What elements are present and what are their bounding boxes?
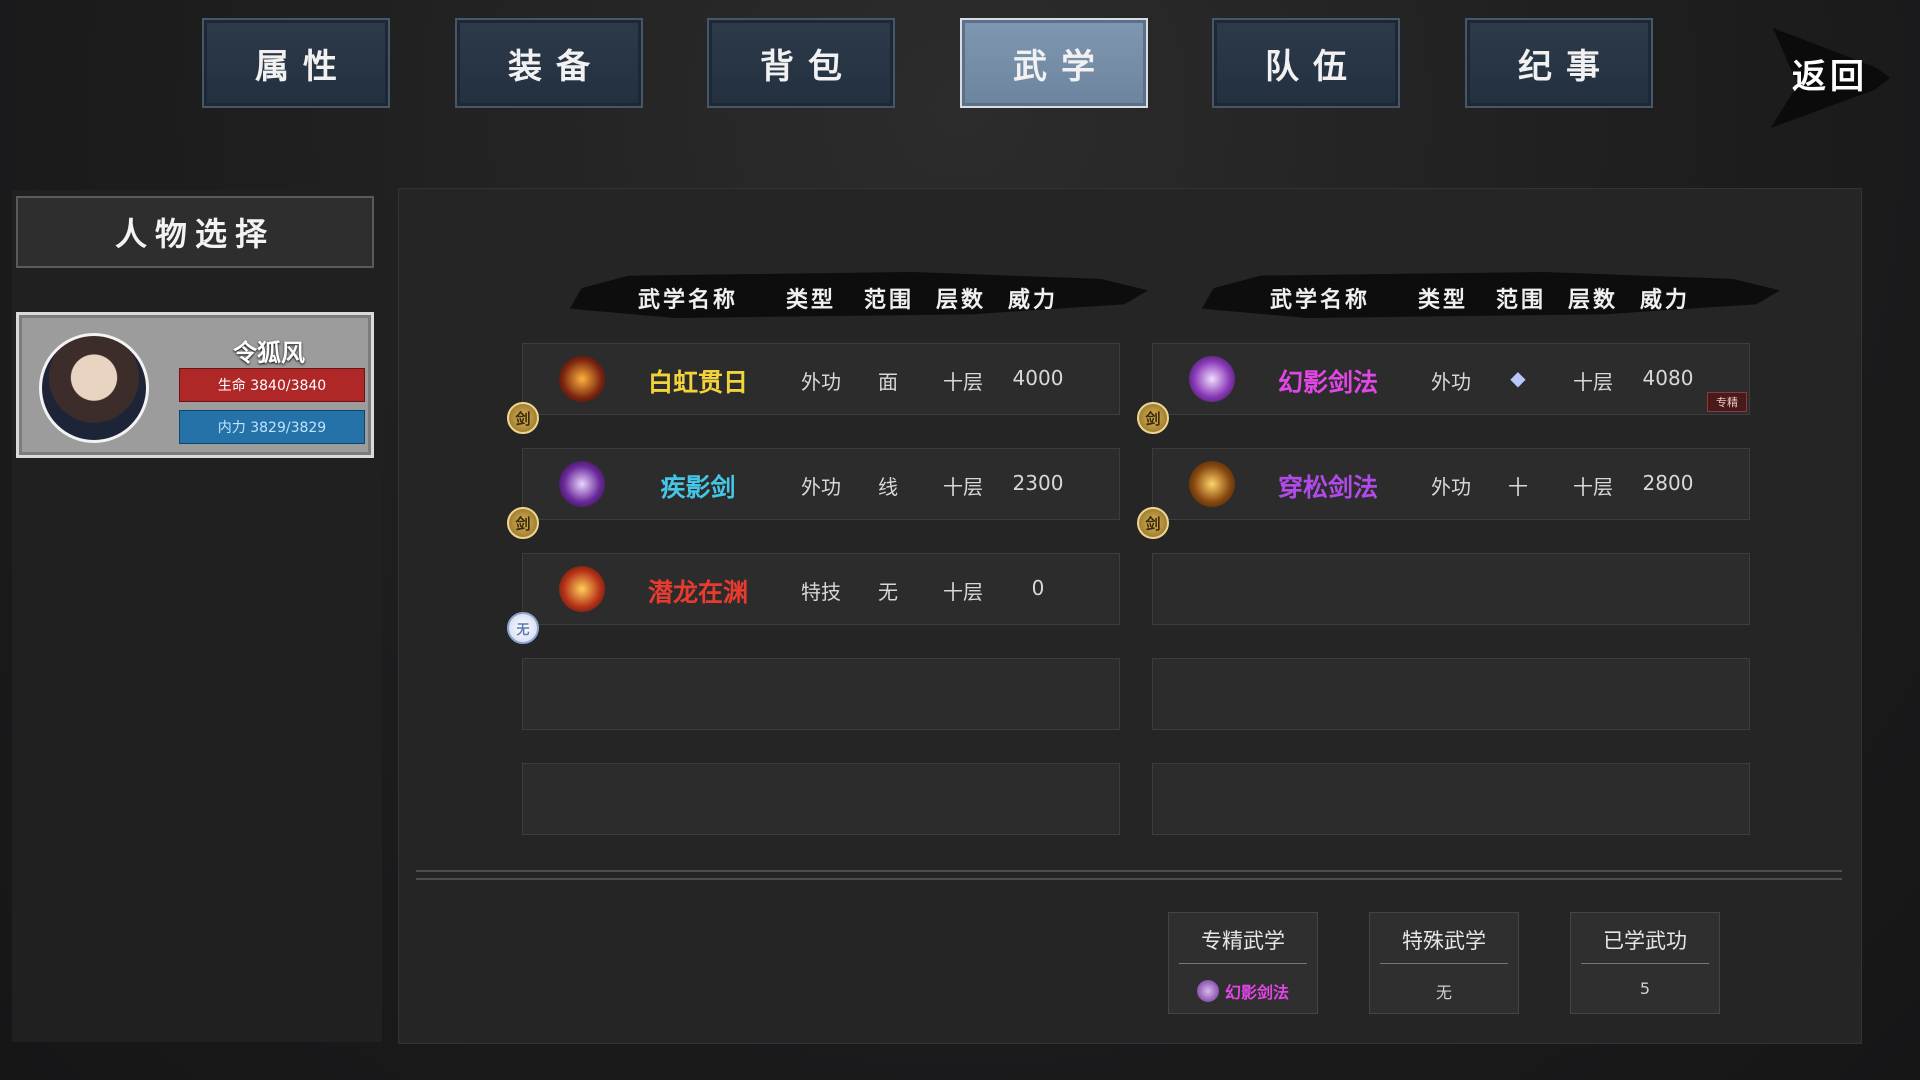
header-level: 层数 bbox=[1568, 287, 1619, 313]
skill-row-jiying[interactable]: 疾影剑 外功 线 十层 2300 bbox=[522, 448, 1120, 520]
specialty-tag: 专精 bbox=[1707, 392, 1747, 412]
sword-badge-icon: 剑 bbox=[1137, 507, 1169, 539]
header-type: 类型 bbox=[1418, 287, 1469, 313]
skill-type: 特技 bbox=[801, 580, 841, 604]
skill-type: 外功 bbox=[1431, 370, 1471, 394]
dragon-fire-icon bbox=[559, 566, 605, 612]
skill-row-qianlong[interactable]: 潜龙在渊 特技 无 十层 0 bbox=[522, 553, 1120, 625]
back-button[interactable]: 返回 bbox=[1760, 18, 1900, 128]
stat-specialty[interactable]: 专精武学 幻影剑法 bbox=[1168, 912, 1318, 1014]
stat-value: 幻影剑法 bbox=[1169, 979, 1317, 1003]
stat-value: 无 bbox=[1435, 983, 1452, 1002]
skill-row-empty[interactable] bbox=[1152, 763, 1750, 835]
skill-power: 0 bbox=[1031, 576, 1045, 600]
stat-title: 已学武功 bbox=[1603, 929, 1687, 953]
skill-power: 4000 bbox=[1012, 366, 1064, 390]
phantom-sword-icon bbox=[1196, 980, 1219, 1002]
skill-level: 十层 bbox=[1573, 475, 1613, 499]
skill-power: 4080 bbox=[1642, 366, 1694, 390]
skill-type: 外功 bbox=[801, 475, 841, 499]
stat-special[interactable]: 特殊武学 无 bbox=[1369, 912, 1519, 1014]
skill-power: 2800 bbox=[1642, 471, 1694, 495]
table-header-left: 武学名称 类型 范围 层数 威力 bbox=[558, 272, 1148, 318]
phantom-sword-icon bbox=[1189, 356, 1235, 402]
stat-value: 5 bbox=[1639, 979, 1651, 998]
header-type: 类型 bbox=[786, 287, 837, 313]
tab-equipment[interactable]: 装备 bbox=[455, 18, 643, 108]
character-name: 令狐风 bbox=[233, 338, 305, 367]
skill-name: 潜龙在渊 bbox=[647, 578, 748, 607]
skill-range: 线 bbox=[878, 475, 898, 499]
shadow-sword-icon bbox=[559, 461, 605, 507]
header-power: 威力 bbox=[1008, 287, 1059, 313]
tab-attributes[interactable]: 属性 bbox=[202, 18, 390, 108]
stat-title: 专精武学 bbox=[1201, 929, 1285, 953]
skill-type: 外功 bbox=[801, 370, 841, 394]
skill-power: 2300 bbox=[1012, 471, 1064, 495]
skill-name: 幻影剑法 bbox=[1277, 368, 1378, 397]
skill-level: 十层 bbox=[943, 580, 983, 604]
skill-name: 穿松剑法 bbox=[1277, 473, 1378, 502]
none-badge-icon: 无 bbox=[507, 612, 539, 644]
skill-name: 白虹贯日 bbox=[647, 368, 748, 397]
stat-divider bbox=[1380, 963, 1508, 964]
skill-range: ◆ bbox=[1510, 366, 1526, 390]
header-name: 武学名称 bbox=[1270, 287, 1371, 313]
skill-row-empty[interactable] bbox=[522, 658, 1120, 730]
skill-range: 无 bbox=[878, 580, 898, 604]
character-select-title: 人物选择 bbox=[16, 196, 374, 268]
skill-type: 外功 bbox=[1431, 475, 1471, 499]
skill-range: 面 bbox=[878, 370, 898, 394]
avatar bbox=[39, 333, 149, 443]
stat-divider bbox=[1581, 963, 1709, 964]
header-level: 层数 bbox=[936, 287, 987, 313]
skill-row-chuansong[interactable]: 穿松剑法 外功 十 十层 2800 bbox=[1152, 448, 1750, 520]
tab-team[interactable]: 队伍 bbox=[1212, 18, 1400, 108]
skill-range: 十 bbox=[1508, 475, 1528, 499]
skill-name: 疾影剑 bbox=[660, 473, 736, 502]
specialty-skill-name: 幻影剑法 bbox=[1224, 983, 1289, 1002]
sword-badge-icon: 剑 bbox=[1137, 402, 1169, 434]
flame-sword-icon bbox=[559, 356, 605, 402]
hp-bar: 生命 3840/3840 bbox=[179, 368, 365, 402]
skill-row-empty[interactable] bbox=[522, 763, 1120, 835]
skill-level: 十层 bbox=[943, 475, 983, 499]
skill-level: 十层 bbox=[1573, 370, 1613, 394]
stat-divider bbox=[1179, 963, 1307, 964]
tab-chronicle[interactable]: 纪事 bbox=[1465, 18, 1653, 108]
skill-level: 十层 bbox=[943, 370, 983, 394]
table-header-right: 武学名称 类型 范围 层数 威力 bbox=[1190, 272, 1780, 318]
tab-martial-arts[interactable]: 武学 bbox=[960, 18, 1148, 108]
header-power: 威力 bbox=[1640, 287, 1691, 313]
sword-badge-icon: 剑 bbox=[507, 507, 539, 539]
pine-sword-icon bbox=[1189, 461, 1235, 507]
skill-row-baihong[interactable]: 白虹贯日 外功 面 十层 4000 bbox=[522, 343, 1120, 415]
skill-row-huanying[interactable]: 幻影剑法 外功 ◆ 十层 4080 专精 bbox=[1152, 343, 1750, 415]
header-range: 范围 bbox=[1496, 287, 1547, 313]
mp-bar: 内力 3829/3829 bbox=[179, 410, 365, 444]
character-card[interactable]: 令狐风 生命 3840/3840 内力 3829/3829 bbox=[16, 312, 374, 458]
stat-title: 特殊武学 bbox=[1402, 929, 1486, 953]
back-label: 返回 bbox=[1792, 56, 1868, 97]
divider bbox=[416, 870, 1842, 880]
sword-badge-icon: 剑 bbox=[507, 402, 539, 434]
header-name: 武学名称 bbox=[638, 287, 739, 313]
stat-learned[interactable]: 已学武功 5 bbox=[1570, 912, 1720, 1014]
tab-inventory[interactable]: 背包 bbox=[707, 18, 895, 108]
skill-row-empty[interactable] bbox=[1152, 658, 1750, 730]
header-range: 范围 bbox=[864, 287, 915, 313]
skill-row-empty[interactable] bbox=[1152, 553, 1750, 625]
